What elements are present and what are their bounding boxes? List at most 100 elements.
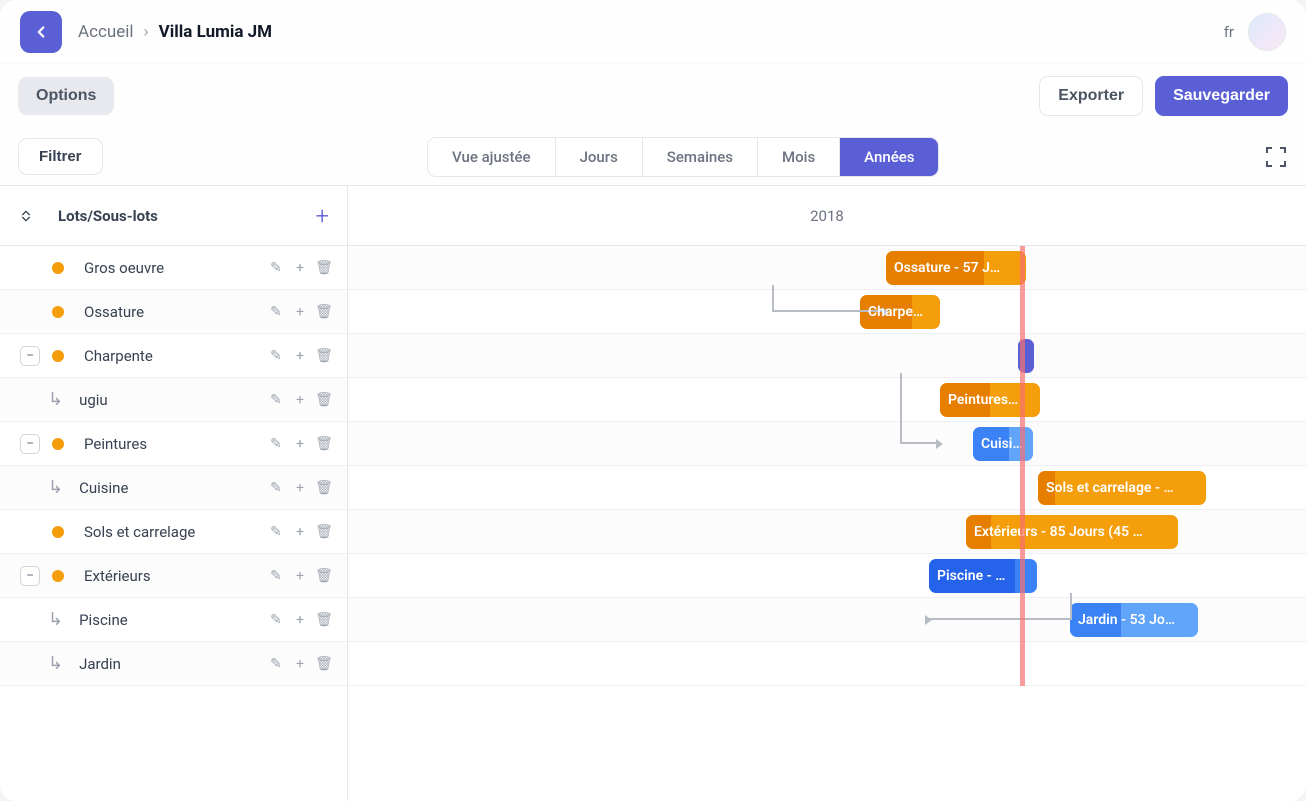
gantt-bar-label: Piscine - … — [937, 568, 1005, 584]
gantt-chart: 2018 Gros oeuvre - 59… Ossature - 57 J…C… — [348, 186, 1306, 801]
sidebar-row[interactable]: − Peintures✎ + 🗑 — [0, 422, 347, 466]
child-arrow-icon: ↳ — [48, 609, 63, 630]
row-label: Gros oeuvre — [84, 259, 267, 277]
delete-icon[interactable]: 🗑 — [315, 348, 333, 364]
gantt-bar-label: Charpe… — [868, 304, 923, 320]
edit-icon[interactable]: ✎ — [267, 568, 285, 584]
tab-weeks[interactable]: Semaines — [643, 138, 758, 176]
row-label: Charpente — [84, 347, 267, 365]
add-icon[interactable]: + — [291, 304, 309, 320]
delete-icon[interactable]: 🗑 — [315, 392, 333, 408]
gantt-row: Cuisi… — [348, 422, 1306, 466]
add-icon[interactable]: + — [291, 348, 309, 364]
row-actions: ✎ + 🗑 — [267, 304, 333, 320]
row-label: Cuisine — [79, 479, 267, 497]
dependency-arrow-icon — [925, 615, 932, 625]
breadcrumb-home[interactable]: Accueil — [78, 22, 134, 42]
add-lot-button[interactable]: + — [315, 202, 329, 230]
gantt-bar[interactable]: Extérieurs - 85 Jours (45 … — [966, 515, 1178, 549]
language-selector[interactable]: fr — [1224, 23, 1234, 41]
gantt-row: Extérieurs - 85 Jours (45 … — [348, 510, 1306, 554]
delete-icon[interactable]: 🗑 — [315, 304, 333, 320]
sidebar-row[interactable]: −Ossature✎+🗑 — [0, 290, 347, 334]
tab-months[interactable]: Mois — [758, 138, 840, 176]
delete-icon[interactable]: 🗑 — [315, 656, 333, 672]
row-actions: ✎ + 🗑 — [267, 524, 333, 540]
add-icon[interactable]: + — [291, 480, 309, 496]
avatar[interactable] — [1248, 13, 1286, 51]
row-label: Piscine — [79, 611, 267, 629]
add-icon[interactable]: + — [291, 612, 309, 628]
edit-icon[interactable]: ✎ — [267, 392, 285, 408]
gantt-bar[interactable]: Peintures… — [940, 383, 1040, 417]
gantt-row — [348, 642, 1306, 686]
sidebar-row[interactable]: ↳ugiu✎+🗑 — [0, 378, 347, 422]
status-dot — [52, 350, 64, 362]
add-icon[interactable]: + — [291, 656, 309, 672]
save-button[interactable]: Sauvegarder — [1155, 76, 1288, 116]
sidebar-row[interactable]: −Gros oeuvre✎+🗑 — [0, 246, 347, 290]
sidebar-row[interactable]: ↳ Cuisine✎ + 🗑 — [0, 466, 347, 510]
sort-icon[interactable] — [18, 207, 34, 225]
edit-icon[interactable]: ✎ — [267, 612, 285, 628]
sidebar-title: Lots/Sous-lots — [58, 207, 158, 225]
add-icon[interactable]: + — [291, 260, 309, 276]
delete-icon[interactable]: 🗑 — [315, 436, 333, 452]
fullscreen-icon[interactable] — [1264, 145, 1288, 169]
edit-icon[interactable]: ✎ — [267, 348, 285, 364]
edit-icon[interactable]: ✎ — [267, 524, 285, 540]
collapse-toggle[interactable]: − — [20, 566, 40, 586]
add-icon[interactable]: + — [291, 524, 309, 540]
delete-icon[interactable]: 🗑 — [315, 524, 333, 540]
row-label: Sols et carrelage — [84, 523, 267, 541]
options-button[interactable]: Options — [18, 77, 114, 115]
toolbar: Options Exporter Sauvegarder — [0, 64, 1306, 128]
sidebar-row[interactable]: ↳ Piscine✎ + 🗑 — [0, 598, 347, 642]
sidebar-row[interactable]: ↳Jardin✎+🗑 — [0, 642, 347, 686]
edit-icon[interactable]: ✎ — [267, 480, 285, 496]
filter-button[interactable]: Filtrer — [18, 138, 103, 175]
delete-icon[interactable]: 🗑 — [315, 480, 333, 496]
row-actions: ✎ + 🗑 — [267, 480, 333, 496]
status-dot — [52, 438, 64, 450]
row-label: ugiu — [79, 391, 267, 409]
edit-icon[interactable]: ✎ — [267, 436, 285, 452]
row-actions: ✎ + 🗑 — [267, 260, 333, 276]
gantt-bar-label: Extérieurs - 85 Jours (45 … — [974, 524, 1143, 540]
row-actions: ✎ + 🗑 — [267, 656, 333, 672]
edit-icon[interactable]: ✎ — [267, 304, 285, 320]
add-icon[interactable]: + — [291, 568, 309, 584]
edit-icon[interactable]: ✎ — [267, 260, 285, 276]
gantt-bar-label: Cuisi… — [981, 436, 1023, 452]
tab-days[interactable]: Jours — [556, 138, 643, 176]
today-marker: Gros oeuvre - 59… — [1020, 246, 1025, 686]
add-icon[interactable]: + — [291, 392, 309, 408]
dependency-line — [900, 373, 938, 444]
gantt-bar[interactable]: Sols et carrelage - … — [1038, 471, 1206, 505]
gantt-bar[interactable]: Jardin - 53 Jo… — [1070, 603, 1198, 637]
collapse-toggle[interactable]: − — [20, 434, 40, 454]
add-icon[interactable]: + — [291, 436, 309, 452]
delete-icon[interactable]: 🗑 — [315, 260, 333, 276]
back-button[interactable] — [20, 11, 62, 53]
sidebar: Lots/Sous-lots + −Gros oeuvre✎+🗑−Ossatur… — [0, 186, 348, 801]
gantt-bar[interactable]: Ossature - 57 J… — [886, 251, 1026, 285]
sidebar-row[interactable]: −Sols et carrelage✎+🗑 — [0, 510, 347, 554]
child-arrow-icon: ↳ — [48, 477, 63, 498]
delete-icon[interactable]: 🗑 — [315, 568, 333, 584]
top-bar: Accueil › Villa Lumia JM fr — [0, 0, 1306, 64]
delete-icon[interactable]: 🗑 — [315, 612, 333, 628]
tab-years[interactable]: Années — [840, 138, 938, 176]
sidebar-row[interactable]: −Extérieurs✎+🗑 — [0, 554, 347, 598]
status-dot — [52, 526, 64, 538]
status-dot — [52, 262, 64, 274]
row-label: Peintures — [84, 435, 267, 453]
sidebar-row[interactable]: − Charpente✎ + 🗑 — [0, 334, 347, 378]
tab-fit-view[interactable]: Vue ajustée — [428, 138, 556, 176]
edit-icon[interactable]: ✎ — [267, 656, 285, 672]
export-button[interactable]: Exporter — [1039, 76, 1143, 116]
collapse-toggle[interactable]: − — [20, 346, 40, 366]
gantt-row: Ossature - 57 J… — [348, 246, 1306, 290]
view-bar: Filtrer Vue ajustée Jours Semaines Mois … — [0, 128, 1306, 186]
row-actions: ✎ + 🗑 — [267, 568, 333, 584]
